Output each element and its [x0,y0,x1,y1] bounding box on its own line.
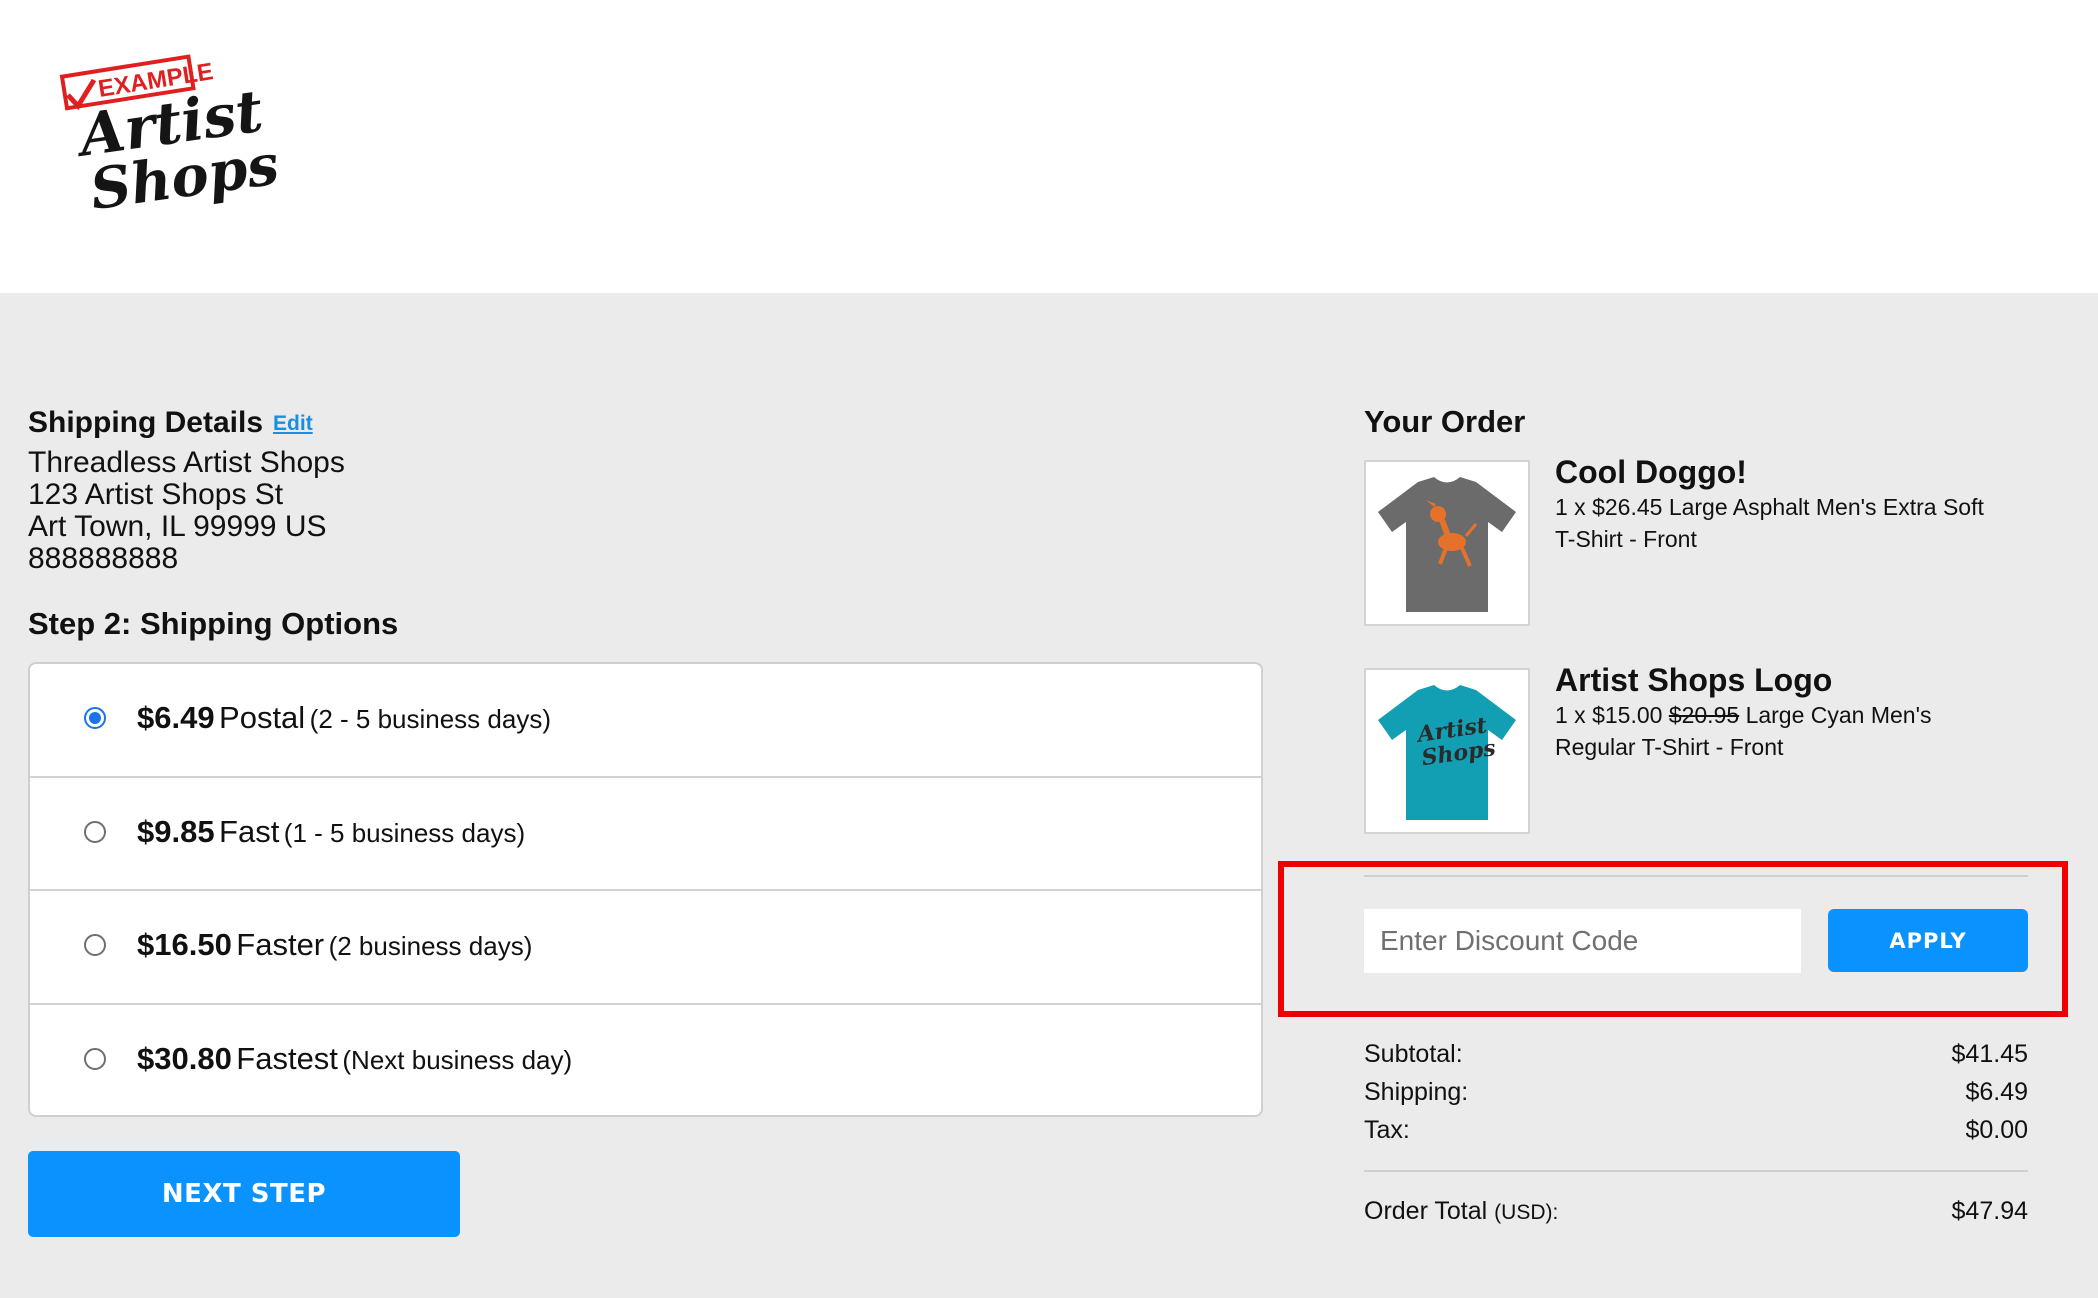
shipping-label: Shipping: [1364,1078,1469,1106]
item-title: Cool Doggo! [1555,454,1747,490]
shipping-option-postal[interactable]: $6.49 Postal (2 - 5 business days) [30,664,1261,778]
order-total-value: $47.94 [1951,1197,2028,1225]
option-label: $6.49 Postal (2 - 5 business days) [137,700,551,736]
item-qty-price: 1 x $26.45 [1555,494,1663,520]
next-step-button[interactable]: NEXT STEP [28,1151,460,1237]
order-item-artist-shops-logo: Artist Shops Logo 1 x $15.00 $20.95 Larg… [1555,662,1932,763]
item-desc-line2: Regular T-Shirt - Front [1555,734,1784,760]
item-description: 1 x $26.45 Large Asphalt Men's Extra Sof… [1555,491,1984,523]
address-name: Threadless Artist Shops [28,446,345,479]
shipping-option-faster[interactable]: $16.50 Faster (2 business days) [30,891,1261,1005]
radio-postal[interactable] [84,707,106,729]
shipping-details-title: Shipping Details [28,406,264,439]
address-city: Art Town, IL 99999 US [28,510,327,543]
radio-faster[interactable] [84,934,106,956]
shipping-options-title: Step 2: Shipping Options [28,606,399,641]
option-name: Fast [219,813,280,849]
shipping-value: $6.49 [1965,1078,2028,1106]
option-price: $9.85 [137,813,215,849]
tax-label: Tax: [1364,1116,1410,1144]
item-desc-rest: Large Cyan Men's [1745,702,1932,728]
address-street: 123 Artist Shops St [28,478,284,511]
option-days: (1 - 5 business days) [283,817,526,848]
radio-fast[interactable] [84,820,106,843]
shipping-option-fastest[interactable]: $30.80 Fastest (Next business day) [30,1005,1261,1116]
artist-shops-script-graphic: Artist Shops [1414,712,1497,771]
option-price: $16.50 [137,927,232,962]
your-order-title: Your Order [1364,404,1526,439]
product-thumbnail-cool-doggo[interactable] [1364,460,1530,626]
option-name: Faster [236,927,325,962]
shipping-options-list: $6.49 Postal (2 - 5 business days) $9.85… [28,662,1263,1117]
option-label: $16.50 Faster (2 business days) [137,927,532,963]
artist-shops-logo[interactable]: EXAMPLE Artist Shops [58,50,283,223]
option-label: $9.85 Fast (1 - 5 business days) [137,814,525,850]
option-days: (2 - 5 business days) [309,704,551,734]
item-desc-line2: T-Shirt - Front [1555,526,1697,552]
site-header: EXAMPLE Artist Shops [0,0,2098,293]
divider [1364,1170,2028,1172]
address-phone: 888888888 [28,542,179,575]
radio-fastest[interactable] [84,1047,106,1070]
shipping-option-fast[interactable]: $9.85 Fast (1 - 5 business days) [30,778,1261,891]
item-qty-price: 1 x $15.00 [1555,702,1663,728]
order-total-label: Order Total (USD): [1364,1197,1558,1226]
tax-value: $0.00 [1965,1116,2028,1144]
subtotal-label: Subtotal: [1364,1040,1463,1068]
shipping-details-heading: Shipping Details Edit [28,406,313,440]
subtotal-value: $41.45 [1951,1040,2028,1068]
option-days: (Next business day) [342,1044,573,1075]
item-original-price: $20.95 [1668,702,1740,728]
item-desc-rest: Large Asphalt Men's Extra Soft [1668,494,1984,520]
option-price: $6.49 [137,700,215,735]
item-description: 1 x $15.00 $20.95 Large Cyan Men's [1555,699,1932,731]
option-price: $30.80 [137,1040,232,1076]
order-total-text: Order Total [1364,1197,1488,1225]
product-thumbnail-artist-shops-logo[interactable]: Artist Shops [1364,668,1530,834]
tshirt-gray-icon [1378,477,1516,612]
shipping-address: Threadless Artist Shops 123 Artist Shops… [28,447,345,575]
option-days: (2 business days) [328,931,533,961]
option-name: Fastest [236,1040,338,1076]
highlight-box [1278,861,2068,1017]
order-item-cool-doggo: Cool Doggo! 1 x $26.45 Large Asphalt Men… [1555,454,1984,555]
edit-shipping-link[interactable]: Edit [273,412,313,435]
order-total-currency: (USD): [1494,1201,1559,1224]
option-name: Postal [219,700,306,735]
tshirt-cyan-icon: Artist Shops [1378,685,1516,820]
option-label: $30.80 Fastest (Next business day) [137,1041,572,1077]
item-title: Artist Shops Logo [1555,662,1833,698]
